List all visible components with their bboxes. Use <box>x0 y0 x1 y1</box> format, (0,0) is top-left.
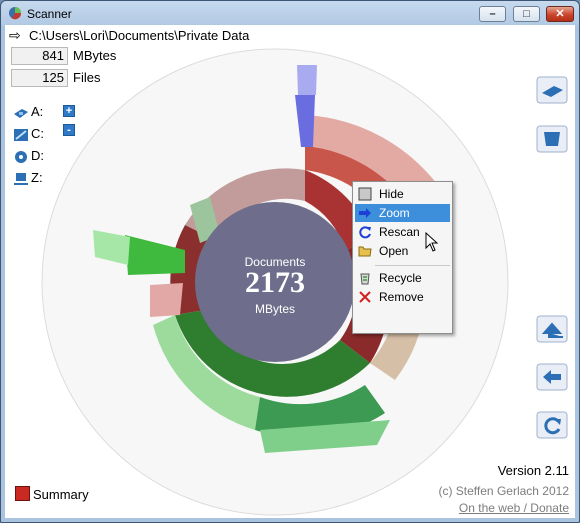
center-unit: MBytes <box>254 302 295 316</box>
center-size: 2173 <box>245 266 305 299</box>
collapse-button[interactable]: - <box>63 124 75 136</box>
expand-button[interactable]: + <box>63 105 75 117</box>
menu-item-recycle[interactable]: Recycle <box>355 269 450 287</box>
menu-item-label: Rescan <box>379 225 420 239</box>
zoom-arrow-icon <box>359 208 371 218</box>
menu-item-label: Zoom <box>379 206 410 220</box>
close-icon: ✕ <box>555 8 565 20</box>
hide-icon <box>358 187 372 201</box>
version-label: Version 2.11 <box>497 463 569 478</box>
title-bar[interactable]: Scanner – □ ✕ <box>1 1 579 27</box>
menu-item-label: Open <box>379 244 409 258</box>
open-folder-icon <box>358 246 372 257</box>
web-donate-link[interactable]: On the web / Donate <box>459 501 569 515</box>
drive-label: Z: <box>31 170 43 185</box>
scan-drive-button[interactable] <box>536 76 568 104</box>
menu-item-remove[interactable]: Remove <box>355 288 450 306</box>
segment[interactable] <box>297 65 317 95</box>
drive-label: C: <box>31 126 44 141</box>
menu-item-hide[interactable]: Hide <box>355 185 450 203</box>
menu-separator <box>375 265 450 266</box>
segment[interactable] <box>150 283 183 317</box>
menu-item-label: Remove <box>379 290 424 304</box>
minimize-icon: – <box>489 8 496 20</box>
menu-item-label: Recycle <box>379 271 422 285</box>
floppy-icon <box>14 108 28 118</box>
refresh-button[interactable] <box>536 411 568 439</box>
stat-files-value: 125 <box>11 69 68 87</box>
drive-label: D: <box>31 148 44 163</box>
scanner-app-icon <box>9 7 22 20</box>
parent-up-button[interactable] <box>536 315 568 343</box>
mouse-cursor-icon <box>425 232 439 252</box>
current-path: C:\Users\Lori\Documents\Private Data <box>29 28 250 43</box>
stat-size-label: MBytes <box>73 48 117 63</box>
path-bar: ⇨ C:\Users\Lori\Documents\Private Data <box>9 27 249 44</box>
maximize-icon: □ <box>523 8 530 20</box>
main-area: Documents 2173 MBytes ⇨ C:\Users\Lori\Doc… <box>5 25 575 518</box>
summary-button[interactable]: Summary <box>15 486 89 502</box>
maximize-button[interactable]: □ <box>513 6 540 22</box>
drive-d[interactable]: D: <box>13 148 44 164</box>
network-drive-icon <box>14 172 28 185</box>
stat-size-value: 841 <box>11 47 68 65</box>
summary-label: Summary <box>33 487 89 502</box>
back-button[interactable] <box>536 363 568 391</box>
stat-files-label: Files <box>73 70 101 85</box>
path-arrow-icon: ⇨ <box>9 27 21 43</box>
copyright-label: (c) Steffen Gerlach 2012 <box>438 484 569 498</box>
recycle-icon <box>360 273 370 285</box>
drive-a[interactable]: A: <box>13 104 43 120</box>
window-title: Scanner <box>27 7 72 21</box>
menu-item-zoom[interactable]: Zoom <box>355 204 450 222</box>
rescan-icon <box>359 226 371 239</box>
cdrom-icon <box>15 150 27 163</box>
harddisk-icon <box>14 128 28 141</box>
context-menu: Hide Zoom Rescan Open Recycle Remove <box>352 181 453 334</box>
summary-icon <box>15 486 30 501</box>
scanner-window: Scanner – □ ✕ Documents 2173 MBytes ⇨ C:… <box>0 0 580 523</box>
close-button[interactable]: ✕ <box>546 6 574 22</box>
remove-x-icon <box>359 291 371 303</box>
minimize-button[interactable]: – <box>479 6 506 22</box>
drive-z[interactable]: Z: <box>13 170 43 186</box>
drive-c[interactable]: C: <box>13 126 44 142</box>
menu-item-label: Hide <box>379 187 404 201</box>
drive-label: A: <box>31 104 44 119</box>
scan-folder-button[interactable] <box>536 125 568 153</box>
